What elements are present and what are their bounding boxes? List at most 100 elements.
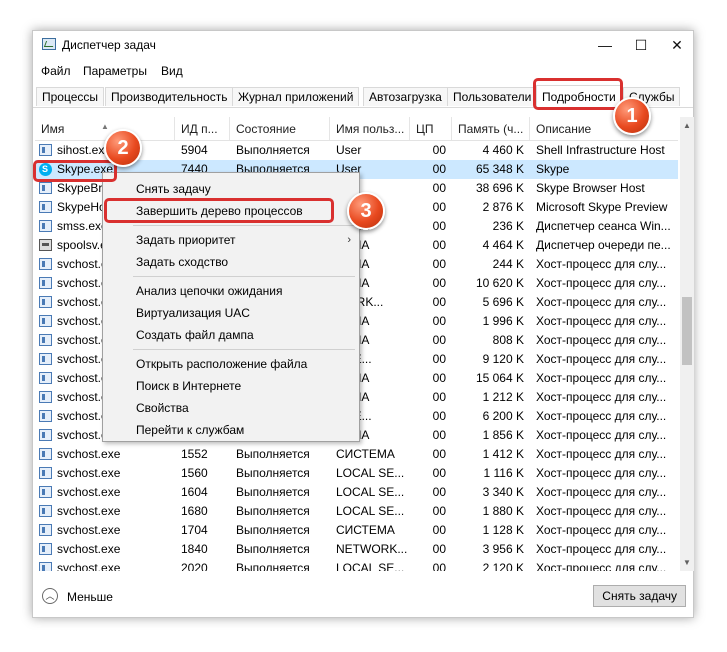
table-row[interactable]: svchost.exe 2020 Выполняется LOCAL SE... 00 2…: [35, 559, 678, 571]
cell-pid: 1840: [181, 542, 208, 556]
cell-user: LOCAL SE...: [336, 561, 405, 571]
ctx-analyze-wait-chain[interactable]: Анализ цепочки ожидания: [103, 280, 359, 302]
menu-view[interactable]: Вид: [161, 64, 183, 78]
menu-file[interactable]: Файл: [41, 64, 71, 78]
close-button[interactable]: ✕: [659, 31, 695, 59]
table-row[interactable]: svchost.exe 1552 Выполняется СИСТЕМА 00 1 412…: [35, 445, 678, 464]
cell-mem: 2 876 K: [482, 200, 524, 214]
cell-cpu: 00: [432, 238, 446, 252]
ctx-end-task[interactable]: Снять задачу: [103, 178, 359, 200]
cell-desc: Диспетчер очереди пе...: [536, 238, 671, 252]
cell-cpu: 00: [432, 295, 446, 309]
cell-desc: Хост-процесс для слу...: [536, 371, 667, 385]
cell-mem: 1 996 K: [482, 314, 524, 328]
cell-name: svchost.exe: [57, 561, 121, 571]
cell-desc: Хост-процесс для слу...: [536, 295, 667, 309]
table-row[interactable]: svchost.exe 1604 Выполняется LOCAL SE... 00 3…: [35, 483, 678, 502]
ctx-separator: [133, 349, 355, 350]
cell-mem: 1 212 K: [482, 390, 524, 404]
tab-performance[interactable]: Производительность: [105, 87, 234, 106]
menu-options[interactable]: Параметры: [83, 64, 147, 78]
cell-mem: 1 412 K: [482, 447, 524, 461]
tab-startup[interactable]: Автозагрузка: [363, 87, 448, 106]
cell-mem: 4 464 K: [482, 238, 524, 252]
ctx-uac-virtualization[interactable]: Виртуализация UAC: [103, 302, 359, 324]
ctx-set-affinity[interactable]: Задать сходство: [103, 251, 359, 273]
scroll-thumb[interactable]: [682, 297, 692, 365]
cell-cpu: 00: [432, 447, 446, 461]
cell-cpu: 00: [432, 257, 446, 271]
cell-status: Выполняется: [236, 504, 310, 518]
cell-desc: Хост-процесс для слу...: [536, 428, 667, 442]
table-row[interactable]: svchost.exe 1560 Выполняется LOCAL SE... 00 1…: [35, 464, 678, 483]
cell-cpu: 00: [432, 390, 446, 404]
ctx-separator: [133, 276, 355, 277]
column-status[interactable]: Состояние: [230, 117, 330, 140]
column-description[interactable]: Описание: [530, 117, 678, 140]
cell-desc: Microsoft Skype Preview: [536, 200, 668, 214]
cell-mem: 808 K: [492, 333, 524, 347]
ctx-open-file-location[interactable]: Открыть расположение файла: [103, 353, 359, 375]
maximize-button[interactable]: ☐: [623, 31, 659, 59]
cell-desc: Хост-процесс для слу...: [536, 485, 667, 499]
scroll-up-icon[interactable]: ▲: [680, 117, 694, 134]
ctx-properties[interactable]: Свойства: [103, 397, 359, 419]
tab-users[interactable]: Пользователи: [447, 87, 538, 106]
column-name[interactable]: ▲ Имя: [35, 117, 175, 140]
cell-status: Выполняется: [236, 542, 310, 556]
step-badge-1: 1: [613, 97, 651, 135]
cell-name: svchost.exe: [57, 466, 121, 480]
cell-name: svchost.exe: [57, 447, 121, 461]
highlight-end-process-tree: [104, 198, 334, 223]
column-cpu[interactable]: ЦП: [410, 117, 452, 140]
column-user[interactable]: Имя польз...: [330, 117, 410, 140]
tab-app-history[interactable]: Журнал приложений: [232, 87, 360, 106]
ctx-go-to-services[interactable]: Перейти к службам: [103, 419, 359, 441]
cell-pid: 5904: [181, 143, 208, 157]
cell-desc: Диспетчер сеанса Win...: [536, 219, 671, 233]
footer: ︿ Меньше Снять задачу: [33, 579, 693, 619]
cell-desc: Хост-процесс для слу...: [536, 314, 667, 328]
cell-mem: 38 696 K: [475, 181, 524, 195]
cell-name: svchost.exe: [57, 485, 121, 499]
ctx-separator: [133, 225, 355, 226]
cell-cpu: 00: [432, 333, 446, 347]
scroll-down-icon[interactable]: ▼: [680, 554, 694, 571]
cell-mem: 1 880 K: [482, 504, 524, 518]
cell-desc: Хост-процесс для слу...: [536, 504, 667, 518]
cell-pid: 2020: [181, 561, 208, 571]
column-pid[interactable]: ИД п...: [175, 117, 230, 140]
column-memory[interactable]: Память (ч...: [452, 117, 530, 140]
end-task-button[interactable]: Снять задачу: [593, 585, 686, 607]
cell-cpu: 00: [432, 485, 446, 499]
cell-cpu: 00: [432, 504, 446, 518]
cell-desc: Skype: [536, 162, 570, 176]
ctx-create-dump-file[interactable]: Создать файл дампа: [103, 324, 359, 346]
cell-cpu: 00: [432, 352, 446, 366]
table-row[interactable]: svchost.exe 1704 Выполняется СИСТЕМА 00 1 128…: [35, 521, 678, 540]
table-row[interactable]: svchost.exe 1680 Выполняется LOCAL SE... 00 1…: [35, 502, 678, 521]
cell-mem: 4 460 K: [482, 143, 524, 157]
cell-pid: 1604: [181, 485, 208, 499]
chevron-up-icon[interactable]: ︿: [42, 588, 58, 604]
cell-cpu: 00: [432, 561, 446, 571]
column-name-label: Имя: [41, 122, 65, 136]
cell-user: LOCAL SE...: [336, 466, 405, 480]
cell-user: LOCAL SE...: [336, 485, 405, 499]
cell-desc: Хост-процесс для слу...: [536, 257, 667, 271]
vertical-scrollbar[interactable]: ▲ ▼: [680, 117, 694, 571]
highlight-skype-row: [33, 160, 117, 182]
table-row[interactable]: svchost.exe 1840 Выполняется NETWORK... 00 3 …: [35, 540, 678, 559]
minimize-button[interactable]: —: [587, 31, 623, 59]
cell-mem: 1 116 K: [483, 466, 524, 480]
cell-cpu: 00: [432, 409, 446, 423]
ctx-search-online[interactable]: Поиск в Интернете: [103, 375, 359, 397]
ctx-set-priority[interactable]: Задать приоритет ›: [103, 229, 359, 251]
task-manager-icon: [42, 38, 56, 50]
step-badge-2: 2: [104, 129, 142, 167]
cell-pid: 1552: [181, 447, 208, 461]
fewer-details-link[interactable]: Меньше: [67, 590, 113, 604]
cell-cpu: 00: [432, 371, 446, 385]
tab-processes[interactable]: Процессы: [36, 87, 105, 106]
cell-status: Выполняется: [236, 466, 310, 480]
